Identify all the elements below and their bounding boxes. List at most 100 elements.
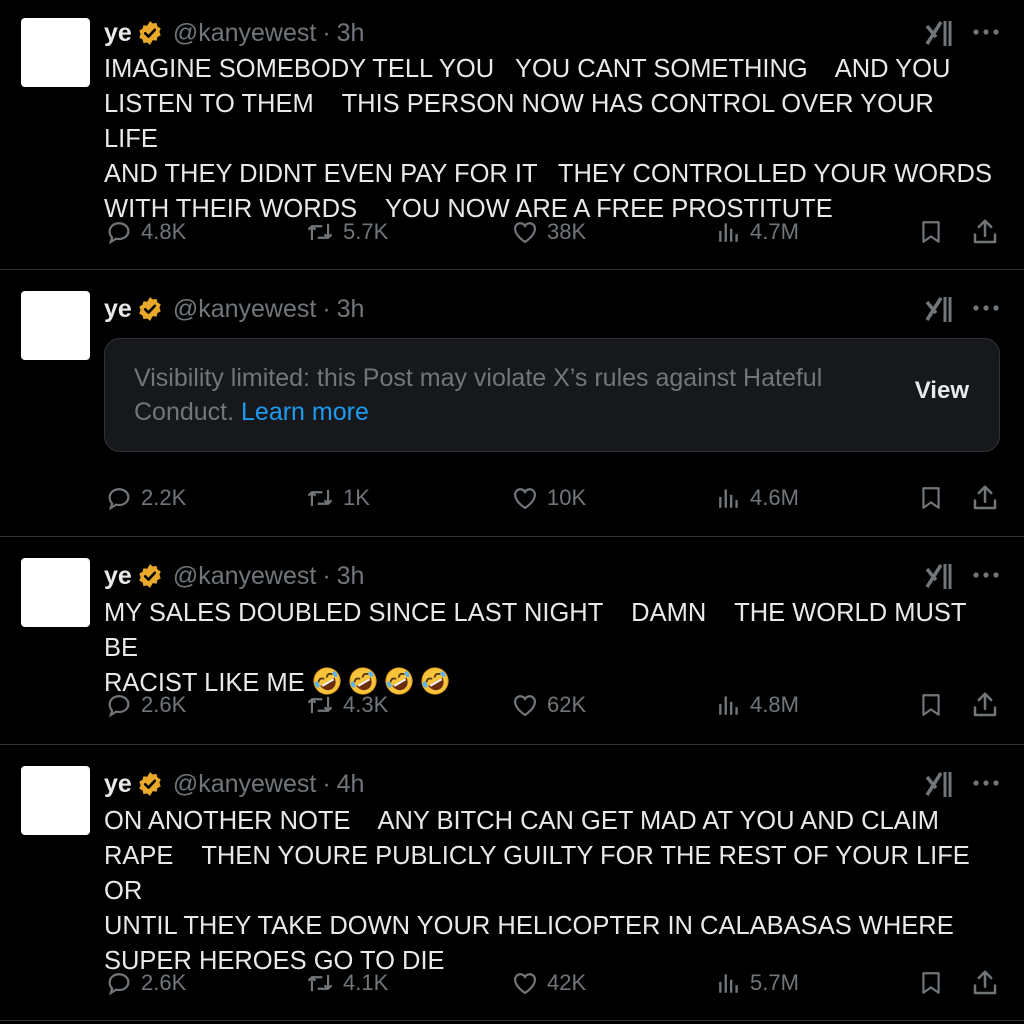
repost-count: 1K	[343, 485, 370, 510]
author-name[interactable]: ye	[104, 19, 132, 48]
author-handle[interactable]: @kanyewest	[173, 295, 317, 324]
bookmark-icon[interactable]	[918, 963, 952, 1003]
reply-count: 2.6K	[141, 692, 187, 717]
like-count: 62K	[547, 692, 587, 717]
like-count: 42K	[547, 970, 587, 995]
post-header: ye @kanyewest · 3h	[104, 16, 364, 50]
avatar[interactable]	[21, 291, 90, 360]
repost-icon	[307, 223, 333, 241]
author-handle[interactable]: @kanyewest	[173, 19, 317, 48]
bookmark-icon[interactable]	[918, 212, 952, 252]
post-header: ye @kanyewest · 3h	[104, 559, 364, 593]
view-button[interactable]: View	[915, 377, 969, 405]
author-handle[interactable]: @kanyewest	[173, 562, 317, 591]
post-time[interactable]: 4h	[337, 770, 365, 799]
views-count: 4.7M	[750, 219, 799, 244]
share-icon[interactable]	[970, 685, 1008, 725]
timeline-feed: ye @kanyewest · 3h IMAGINE SOMEBODY TELL…	[0, 0, 1024, 1024]
like-button[interactable]: 38K	[511, 212, 586, 252]
more-options-icon[interactable]	[970, 16, 1002, 48]
views-button[interactable]: 4.8M	[716, 685, 799, 725]
like-icon	[513, 695, 537, 717]
grok-icon[interactable]	[924, 561, 954, 591]
post-text: IMAGINE SOMEBODY TELL YOU YOU CANT SOMET…	[104, 55, 992, 223]
separator-dot: ·	[322, 769, 331, 798]
like-button[interactable]: 10K	[511, 478, 586, 518]
post-text: ON ANOTHER NOTE ANY BITCH CAN GET MAD AT…	[104, 807, 970, 975]
reply-button[interactable]: 2.6K	[105, 685, 186, 725]
verified-badge-icon	[137, 20, 163, 46]
notice-text: Visibility limited: this Post may violat…	[134, 361, 834, 429]
post-2[interactable]: ye @kanyewest · 3h Visibility limited: t…	[0, 270, 1024, 537]
more-options-icon[interactable]	[970, 292, 1002, 324]
post-1[interactable]: ye @kanyewest · 3h IMAGINE SOMEBODY TELL…	[0, 0, 1024, 270]
reply-icon	[108, 488, 130, 511]
views-count: 4.8M	[750, 692, 799, 717]
post-3[interactable]: ye @kanyewest · 3h MY SALES DOUBLED SINC…	[0, 537, 1024, 745]
repost-icon	[307, 974, 333, 992]
post-time[interactable]: 3h	[337, 562, 365, 591]
repost-count: 4.1K	[343, 970, 389, 995]
post-header: ye @kanyewest · 3h	[104, 292, 364, 326]
views-icon	[719, 223, 738, 242]
reply-icon	[108, 222, 130, 245]
share-icon[interactable]	[970, 963, 1008, 1003]
notice-message: Visibility limited: this Post may violat…	[134, 364, 823, 426]
like-count: 38K	[547, 219, 587, 244]
reply-button[interactable]: 2.2K	[105, 478, 186, 518]
like-icon	[513, 222, 537, 244]
repost-button[interactable]: 5.7K	[305, 212, 388, 252]
reply-count: 4.8K	[141, 219, 187, 244]
post-time[interactable]: 3h	[337, 295, 365, 324]
author-name[interactable]: ye	[104, 562, 132, 591]
post-text-content: MY SALES DOUBLED SINCE LAST NIGHT DAMN T…	[104, 599, 966, 697]
learn-more-link[interactable]: Learn more	[241, 398, 369, 426]
verified-badge-icon	[137, 771, 163, 797]
grok-icon[interactable]	[924, 294, 954, 324]
bookmark-icon[interactable]	[918, 478, 952, 518]
repost-count: 5.7K	[343, 219, 389, 244]
like-button[interactable]: 42K	[511, 963, 586, 1003]
views-count: 5.7M	[750, 970, 799, 995]
grok-icon[interactable]	[924, 18, 954, 48]
repost-icon	[307, 696, 333, 714]
avatar[interactable]	[21, 766, 90, 835]
avatar[interactable]	[21, 18, 90, 87]
repost-icon	[307, 489, 333, 507]
more-options-icon[interactable]	[970, 559, 1002, 591]
reply-button[interactable]: 2.6K	[105, 963, 186, 1003]
views-button[interactable]: 5.7M	[716, 963, 799, 1003]
avatar[interactable]	[21, 558, 90, 627]
repost-button[interactable]: 4.1K	[305, 963, 388, 1003]
views-count: 4.6M	[750, 485, 799, 510]
author-name[interactable]: ye	[104, 295, 132, 324]
reply-icon	[108, 695, 130, 718]
views-button[interactable]: 4.7M	[716, 212, 799, 252]
post-4[interactable]: ye @kanyewest · 4h ON ANOTHER NOTE ANY B…	[0, 745, 1024, 1021]
post-header: ye @kanyewest · 4h	[104, 767, 364, 801]
share-icon[interactable]	[970, 478, 1008, 518]
views-icon	[719, 489, 738, 508]
like-button[interactable]: 62K	[511, 685, 586, 725]
grok-icon[interactable]	[924, 769, 954, 799]
action-bar: 2.6K 4.3K 62K 4.8M	[0, 685, 1024, 725]
repost-button[interactable]: 4.3K	[305, 685, 388, 725]
post-time[interactable]: 3h	[337, 19, 365, 48]
author-handle[interactable]: @kanyewest	[173, 770, 317, 799]
more-options-icon[interactable]	[970, 767, 1002, 799]
like-icon	[513, 973, 537, 995]
share-icon[interactable]	[970, 212, 1008, 252]
reply-count: 2.6K	[141, 970, 187, 995]
like-icon	[513, 488, 537, 510]
reply-icon	[108, 973, 130, 996]
repost-button[interactable]: 1K	[305, 478, 370, 518]
reply-count: 2.2K	[141, 485, 187, 510]
views-button[interactable]: 4.6M	[716, 478, 799, 518]
author-name[interactable]: ye	[104, 770, 132, 799]
reply-button[interactable]: 4.8K	[105, 212, 186, 252]
verified-badge-icon	[137, 563, 163, 589]
action-bar: 2.2K 1K 10K 4.6M	[0, 478, 1024, 518]
separator-dot: ·	[322, 561, 331, 590]
bookmark-icon[interactable]	[918, 685, 952, 725]
views-icon	[719, 974, 738, 993]
